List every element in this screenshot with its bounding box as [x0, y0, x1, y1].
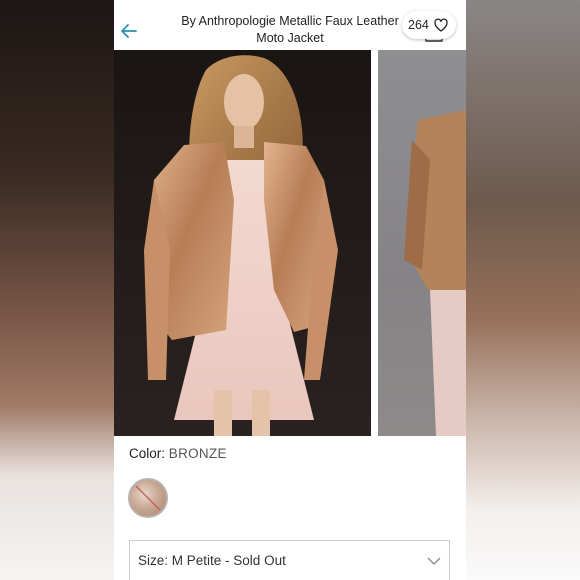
title-line-2: Moto Jacket	[256, 31, 324, 45]
image-carousel[interactable]	[114, 50, 466, 436]
like-count: 264	[408, 18, 429, 32]
size-value: M Petite - Sold Out	[171, 553, 286, 568]
blurred-backdrop-right	[466, 0, 580, 580]
next-photo-illustration	[404, 110, 466, 436]
title-line-1: By Anthropologie Metallic Faux Leather	[181, 14, 399, 28]
color-swatch-bronze[interactable]	[128, 478, 168, 518]
unavailable-slash-icon	[135, 485, 161, 511]
like-button[interactable]: 264	[402, 11, 456, 39]
model-photo-illustration	[114, 50, 371, 436]
back-arrow-icon	[121, 24, 137, 38]
back-button[interactable]	[118, 20, 140, 42]
product-photo-next[interactable]	[378, 50, 466, 436]
product-photo-main[interactable]	[114, 50, 371, 436]
size-key: Size:	[138, 553, 169, 568]
color-value: BRONZE	[168, 446, 227, 461]
page-title: By Anthropologie Metallic Faux Leather M…	[154, 13, 426, 47]
size-select[interactable]: Size: M Petite - Sold Out	[129, 540, 450, 580]
blurred-backdrop-left	[0, 0, 114, 580]
chevron-down-icon	[427, 557, 441, 565]
heart-icon	[434, 18, 448, 32]
color-key: Color:	[129, 446, 166, 461]
size-text: Size: M Petite - Sold Out	[138, 553, 286, 568]
color-label: Color: BRONZE	[129, 446, 227, 461]
app-screen: By Anthropologie Metallic Faux Leather M…	[114, 0, 466, 580]
